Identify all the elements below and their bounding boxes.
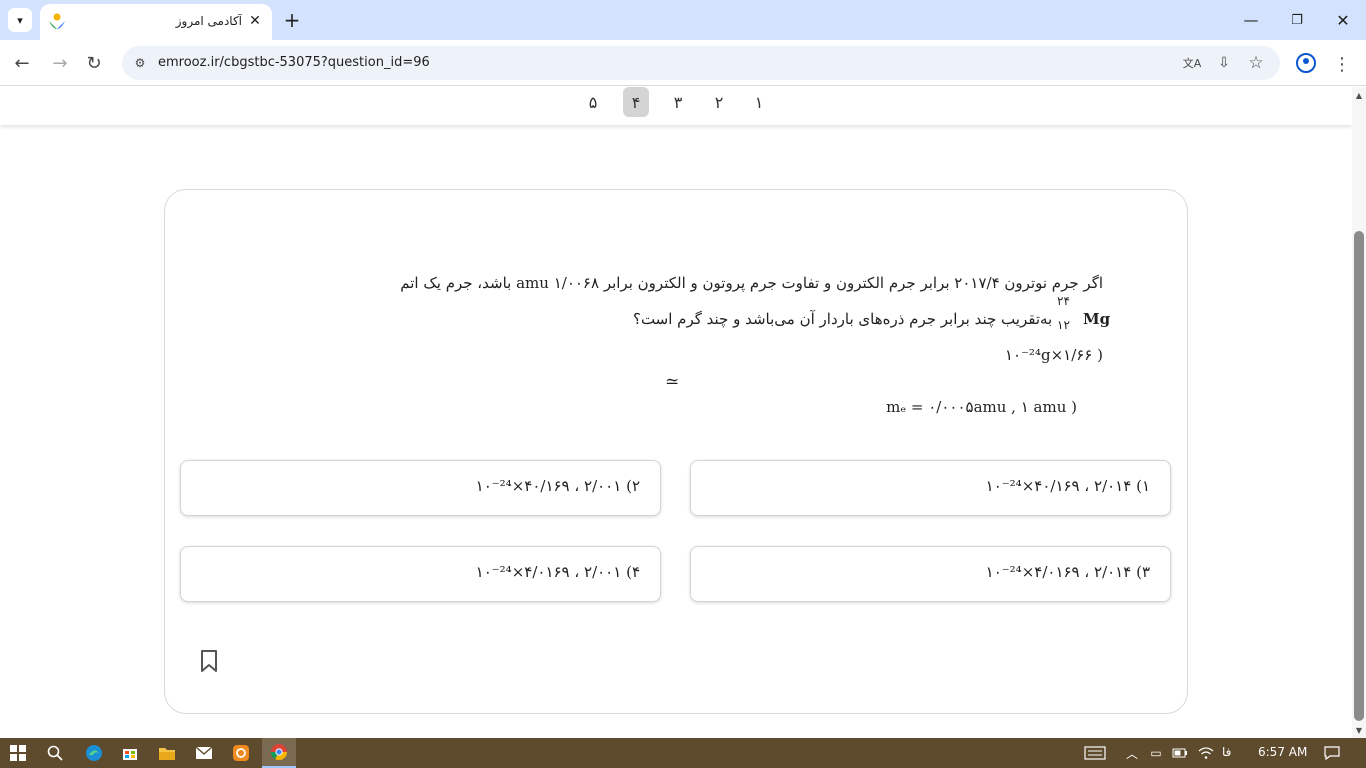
keyboard-icon[interactable] xyxy=(1082,744,1108,762)
question-text-line-5: ( mₑ = ۰/۰۰۰۵amu , ۱ amu xyxy=(886,398,1077,416)
answer-option-3-number: ۳) xyxy=(1136,563,1150,581)
answer-option-4-number: ۴) xyxy=(626,563,640,581)
answer-option-2-text: ۲) ۲/۰۰۱ ، ۴۰/۱۶۹×۱۰⁻²⁴ xyxy=(476,477,640,495)
chrome-icon[interactable] xyxy=(262,738,296,768)
answer-option-3[interactable]: ۳) ۲/۰۱۴ ، ۴/۰۱۶۹×۱۰⁻²⁴ xyxy=(690,546,1171,602)
answer-option-4-text: ۴) ۲/۰۰۱ ، ۴/۰۱۶۹×۱۰⁻²⁴ xyxy=(476,563,640,581)
answer-option-1[interactable]: ۱) ۲/۰۱۴ ، ۴۰/۱۶۹×۱۰⁻²⁴ xyxy=(690,460,1171,516)
answer-option-4-value: ۲/۰۰۱ ، ۴/۰۱۶۹×۱۰⁻²⁴ xyxy=(475,563,622,581)
pager-item-3[interactable]: ۳ xyxy=(665,87,691,117)
site-favicon-icon xyxy=(49,13,65,29)
scroll-up-arrow-icon[interactable]: ▲ xyxy=(1352,89,1366,101)
answer-option-2-number: ۲) xyxy=(626,477,640,495)
window-restore-icon[interactable]: ❐ xyxy=(1274,6,1320,34)
answer-option-2[interactable]: ۲) ۲/۰۰۱ ، ۴۰/۱۶۹×۱۰⁻²⁴ xyxy=(180,460,661,516)
forward-arrow-icon[interactable]: → xyxy=(46,49,74,77)
answer-option-2-value: ۲/۰۰۱ ، ۴۰/۱۶۹×۱۰⁻²⁴ xyxy=(475,477,622,495)
question-approx-symbol: ≃ xyxy=(665,372,680,392)
answer-option-1-text: ۱) ۲/۰۱۴ ، ۴۰/۱۶۹×۱۰⁻²⁴ xyxy=(986,477,1150,495)
more-vert-icon[interactable]: ⋮ xyxy=(1332,52,1352,76)
edge-icon[interactable] xyxy=(82,741,106,765)
profile-icon[interactable] xyxy=(1296,53,1316,73)
camera-icon[interactable]: ▭ xyxy=(1146,744,1166,762)
browser-tab-active[interactable]: آکادمی امروز ✕ xyxy=(40,4,272,40)
app-icon[interactable] xyxy=(229,741,253,765)
answer-option-3-text: ۳) ۲/۰۱۴ ، ۴/۰۱۶۹×۱۰⁻²⁴ xyxy=(986,563,1150,581)
answer-option-4[interactable]: ۴) ۲/۰۰۱ ، ۴/۰۱۶۹×۱۰⁻²⁴ xyxy=(180,546,661,602)
question-text-line-2: ۲۴ ۱۲ Mg به‌تقریب چند برابر جرم ذره‌های … xyxy=(632,294,1111,332)
windows-taskbar: ︿ ▭ فا 6:57 AM xyxy=(0,738,1366,768)
question-text-line-3: ( ۱/۶۶×۱۰⁻²⁴g xyxy=(1004,346,1103,364)
windows-start-icon[interactable] xyxy=(6,741,30,765)
chevron-up-icon[interactable]: ︿ xyxy=(1122,744,1142,762)
question-card: اگر جرم نوترون ۲۰۱۷/۴ برابر جرم الکترون … xyxy=(164,189,1188,714)
pager-item-5[interactable]: ۵ xyxy=(580,87,606,117)
wifi-icon[interactable] xyxy=(1196,744,1216,762)
language-indicator[interactable]: فا xyxy=(1222,745,1231,759)
address-bar[interactable]: ⚙ emrooz.ir/cbgstbc-53075?question_id=96… xyxy=(122,46,1280,80)
back-arrow-icon[interactable]: ← xyxy=(8,49,36,77)
mail-icon[interactable] xyxy=(192,741,216,765)
tab-title: آکادمی امروز xyxy=(175,14,242,28)
pager-item-1[interactable]: ۱ xyxy=(746,87,772,117)
scrollbar-thumb[interactable] xyxy=(1354,231,1364,721)
question-text-line-1: اگر جرم نوترون ۲۰۱۷/۴ برابر جرم الکترون … xyxy=(400,274,1103,292)
notification-icon[interactable] xyxy=(1322,744,1342,762)
nuclide-mass-number: ۲۴ xyxy=(1057,294,1070,308)
answer-option-1-number: ۱) xyxy=(1136,477,1150,495)
pager-item-4-active[interactable]: ۴ xyxy=(623,87,649,117)
nuclide-notation: ۲۴ ۱۲ Mg xyxy=(1057,294,1111,332)
question-text-line-2-body: به‌تقریب چند برابر جرم ذره‌های باردار آن… xyxy=(632,310,1053,328)
battery-icon[interactable] xyxy=(1170,744,1190,762)
nuclide-atomic-number: ۱۲ xyxy=(1057,318,1070,332)
tab-close-icon[interactable]: ✕ xyxy=(246,12,264,30)
reload-icon[interactable]: ↻ xyxy=(80,49,108,77)
answer-option-3-value: ۲/۰۱۴ ، ۴/۰۱۶۹×۱۰⁻²⁴ xyxy=(985,563,1132,581)
browser-toolbar: ← → ↻ ⚙ emrooz.ir/cbgstbc-53075?question… xyxy=(0,40,1366,86)
pager-item-2[interactable]: ۲ xyxy=(706,87,732,117)
answer-option-1-value: ۲/۰۱۴ ، ۴۰/۱۶۹×۱۰⁻²⁴ xyxy=(985,477,1132,495)
window-close-icon[interactable]: ✕ xyxy=(1320,6,1366,34)
install-app-icon[interactable]: ⇩ xyxy=(1214,53,1234,73)
tab-search-chevron-down-icon[interactable]: ▾ xyxy=(8,8,32,32)
search-icon[interactable] xyxy=(43,741,67,765)
bookmark-star-icon[interactable]: ☆ xyxy=(1246,53,1266,73)
translate-icon[interactable]: 文A xyxy=(1182,53,1202,73)
question-pager: ۱ ۲ ۳ ۴ ۵ xyxy=(0,87,1352,125)
nuclide-symbol: Mg xyxy=(1083,310,1111,328)
new-tab-plus-icon[interactable]: + xyxy=(280,8,304,32)
tab-strip: ▾ آکادمی امروز ✕ + — ❐ ✕ xyxy=(0,0,1366,40)
store-icon[interactable] xyxy=(118,741,142,765)
page-viewport: ۱ ۲ ۳ ۴ ۵ اگر جرم نوترون ۲۰۱۷/۴ برابر جر… xyxy=(0,87,1366,738)
site-info-tune-icon[interactable]: ⚙ xyxy=(130,53,150,73)
taskbar-clock[interactable]: 6:57 AM xyxy=(1258,745,1307,759)
file-explorer-icon[interactable] xyxy=(155,741,179,765)
window-minimize-icon[interactable]: — xyxy=(1228,6,1274,34)
scroll-down-arrow-icon[interactable]: ▼ xyxy=(1352,724,1366,736)
bookmark-outline-icon[interactable] xyxy=(199,649,219,673)
page-scrollbar[interactable]: ▲ ▼ xyxy=(1352,87,1366,738)
url-text[interactable]: emrooz.ir/cbgstbc-53075?question_id=96 xyxy=(158,55,430,70)
